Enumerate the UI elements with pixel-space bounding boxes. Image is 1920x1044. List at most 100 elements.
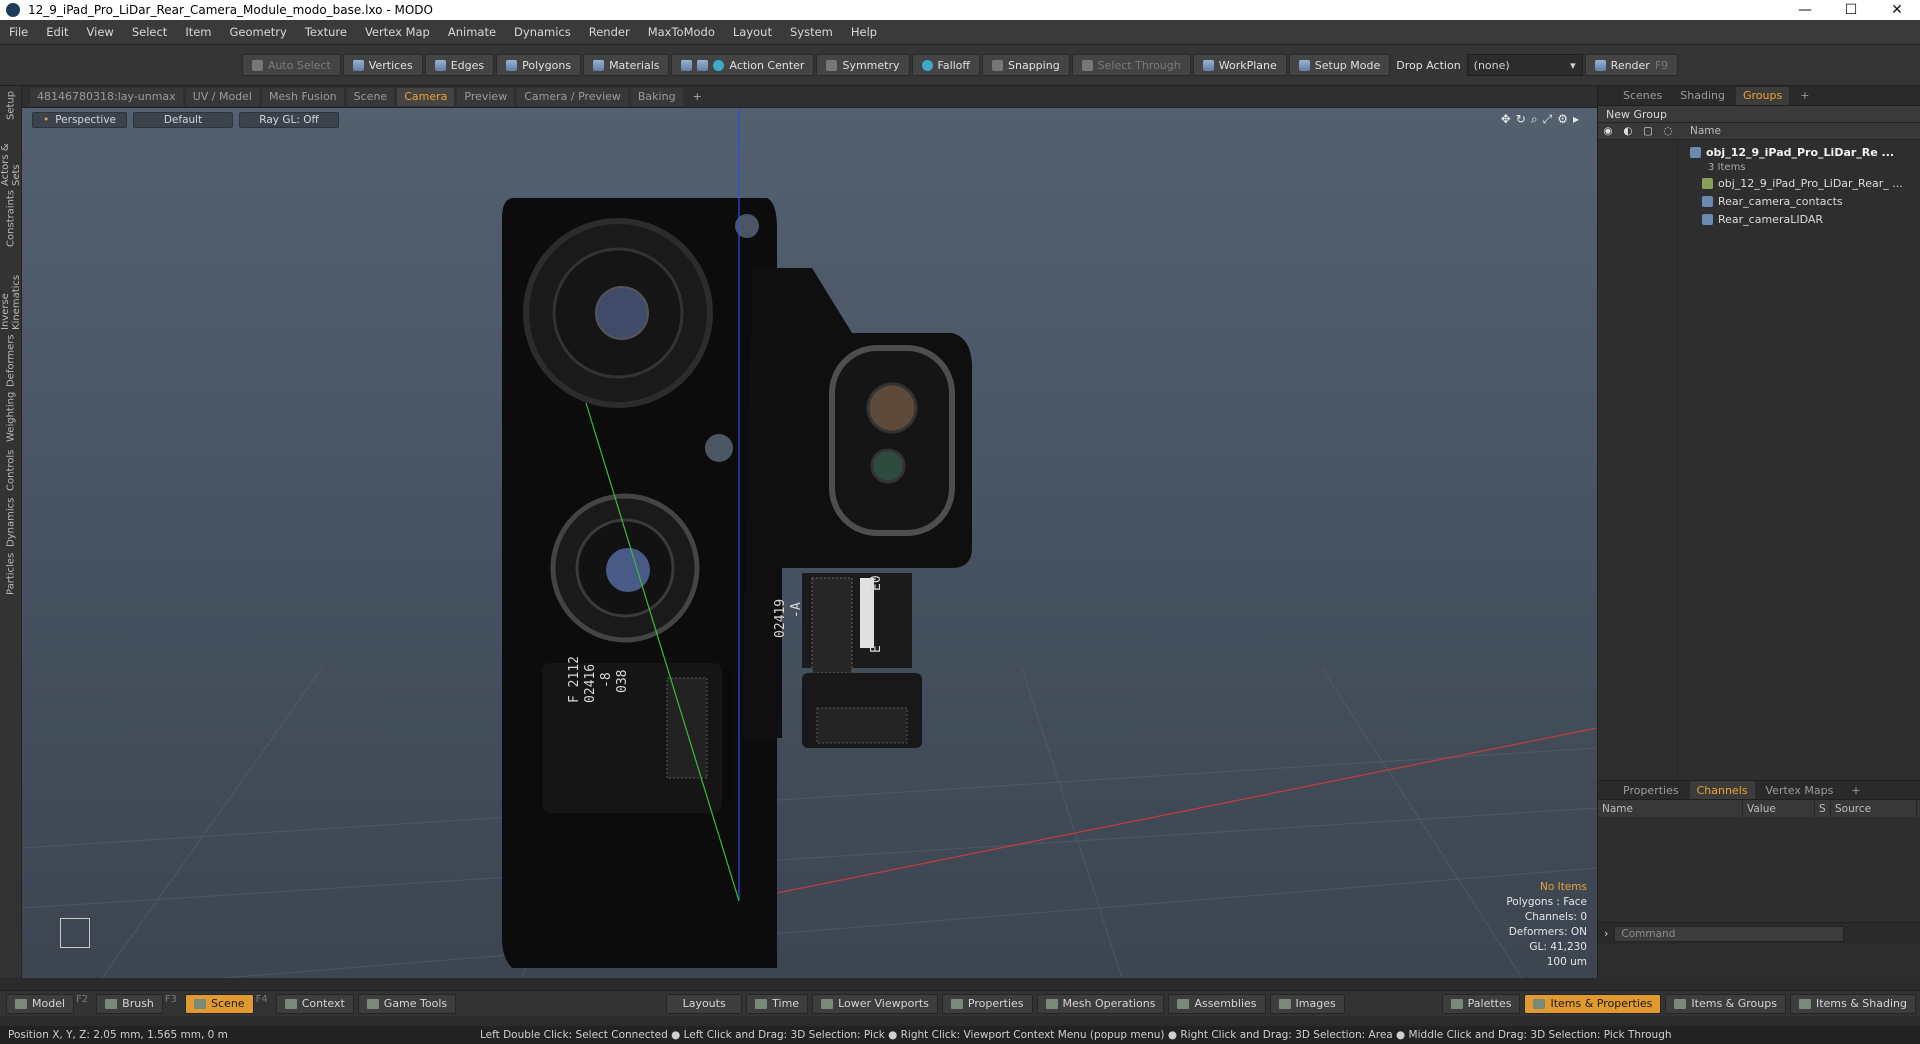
tab-preview[interactable]: Preview: [457, 87, 515, 106]
viewport-menu-icon[interactable]: ▸: [1573, 112, 1579, 127]
menu-animate[interactable]: Animate: [439, 25, 505, 39]
properties-button[interactable]: Properties: [941, 993, 1033, 1014]
command-expand-icon[interactable]: ›: [1604, 927, 1608, 940]
menu-render[interactable]: Render: [580, 25, 639, 39]
symmetry-button[interactable]: Symmetry: [816, 54, 910, 76]
viewport-info: No Items Polygons : Face Channels: 0 Def…: [1506, 880, 1587, 970]
lock-column-icon[interactable]: ▢: [1638, 125, 1658, 137]
maximize-button[interactable]: ☐: [1828, 2, 1874, 18]
tab-shading[interactable]: Shading: [1673, 87, 1732, 105]
tab-channels[interactable]: Channels: [1689, 781, 1755, 799]
zoom-view-icon[interactable]: ⌕: [1531, 112, 1538, 127]
tree-item-lidar[interactable]: Rear_cameraLIDAR: [1678, 210, 1920, 228]
select-column-icon[interactable]: ◌: [1658, 125, 1678, 137]
3d-viewport[interactable]: F 2112 02416 -8 038 02419 -A E0 E • Persp…: [22, 108, 1597, 978]
render-column-icon[interactable]: ◐: [1618, 125, 1638, 137]
workplane-button[interactable]: WorkPlane: [1192, 54, 1287, 76]
modo-logo-icon: [6, 3, 20, 17]
tab-deformers[interactable]: Deformers: [0, 335, 22, 388]
action-center-icon: [713, 59, 725, 71]
minimize-button[interactable]: —: [1782, 2, 1828, 18]
brush-button[interactable]: Brush: [96, 993, 163, 1014]
tab-constraints[interactable]: Constraints: [0, 189, 22, 246]
add-panel-tab-button[interactable]: +: [1793, 87, 1816, 105]
menu-select[interactable]: Select: [123, 25, 176, 39]
tab-baking[interactable]: Baking: [630, 87, 683, 106]
action-center-button[interactable]: Action Center: [671, 54, 815, 76]
close-button[interactable]: ✕: [1874, 2, 1920, 18]
menu-system[interactable]: System: [781, 25, 842, 39]
shading-select[interactable]: Default: [133, 112, 234, 128]
context-button[interactable]: Context: [275, 993, 354, 1014]
items-shading-button[interactable]: Items & Shading: [1789, 993, 1916, 1014]
vertices-button[interactable]: Vertices: [342, 54, 423, 76]
menu-geometry[interactable]: Geometry: [221, 25, 296, 39]
menu-dynamics[interactable]: Dynamics: [505, 25, 580, 39]
tree-item-mesh[interactable]: obj_12_9_iPad_Pro_LiDar_Rear_ ...: [1678, 174, 1920, 192]
tab-particles[interactable]: Particles: [0, 552, 22, 596]
tab-dynamics[interactable]: Dynamics: [0, 497, 22, 546]
menu-vertex-map[interactable]: Vertex Map: [356, 25, 439, 39]
maximize-view-icon[interactable]: ⤢: [1543, 112, 1553, 127]
auto-select-button[interactable]: Auto Select: [241, 54, 341, 76]
add-properties-tab-button[interactable]: +: [1844, 781, 1867, 799]
game-tools-button[interactable]: Game Tools: [357, 993, 457, 1014]
viewport-settings-icon[interactable]: ⚙: [1557, 112, 1568, 127]
falloff-button[interactable]: Falloff: [911, 54, 980, 76]
menu-edit[interactable]: Edit: [37, 25, 77, 39]
tab-camera[interactable]: Camera: [397, 87, 455, 106]
tab-inverse-kinematics[interactable]: Inverse Kinematics: [0, 250, 22, 330]
images-button[interactable]: Images: [1269, 993, 1345, 1014]
tab-layout-unmax[interactable]: 48146780318:lay-unmax: [30, 87, 183, 106]
snapping-button[interactable]: Snapping: [982, 54, 1070, 76]
tab-mesh-fusion[interactable]: Mesh Fusion: [262, 87, 344, 106]
select-through-button[interactable]: Select Through: [1071, 54, 1191, 76]
menu-file[interactable]: File: [0, 25, 37, 39]
render-button[interactable]: Render F9: [1584, 54, 1679, 76]
command-input[interactable]: Command: [1614, 925, 1845, 942]
polygons-button[interactable]: Polygons: [496, 54, 582, 76]
tab-uv-model[interactable]: UV / Model: [185, 87, 259, 106]
render-icon: [1594, 59, 1606, 71]
tab-controls[interactable]: Controls: [0, 448, 22, 492]
assemblies-button[interactable]: Assemblies: [1168, 993, 1266, 1014]
visibility-column-icon[interactable]: ◉: [1598, 125, 1618, 137]
tab-weighting[interactable]: Weighting: [0, 392, 22, 442]
scene-button[interactable]: Scene: [185, 993, 254, 1014]
rotate-view-icon[interactable]: ↻: [1516, 112, 1526, 127]
raygl-toggle[interactable]: Ray GL: Off: [239, 112, 340, 128]
add-tab-button[interactable]: +: [686, 88, 709, 106]
input-hints: Left Double Click: Select Connected ● Le…: [480, 1029, 1672, 1041]
items-properties-button[interactable]: Items & Properties: [1524, 993, 1662, 1014]
tab-properties[interactable]: Properties: [1616, 781, 1686, 799]
tab-setup[interactable]: Setup: [0, 90, 22, 120]
drop-action-select[interactable]: (none) ▾: [1466, 54, 1583, 76]
move-view-icon[interactable]: ✥: [1501, 112, 1511, 127]
menu-view[interactable]: View: [78, 25, 123, 39]
mesh-operations-button[interactable]: Mesh Operations: [1036, 993, 1165, 1014]
tab-scene[interactable]: Scene: [346, 87, 395, 106]
tab-groups[interactable]: Groups: [1735, 86, 1790, 105]
tab-camera-preview[interactable]: Camera / Preview: [517, 87, 628, 106]
menu-layout[interactable]: Layout: [724, 25, 781, 39]
symmetry-icon: [826, 59, 838, 71]
menu-help[interactable]: Help: [842, 25, 886, 39]
menu-texture[interactable]: Texture: [296, 25, 356, 39]
items-groups-button[interactable]: Items & Groups: [1665, 993, 1786, 1014]
tab-vertex-maps[interactable]: Vertex Maps: [1759, 781, 1841, 799]
tree-item-contacts[interactable]: Rear_camera_contacts: [1678, 192, 1920, 210]
model-button[interactable]: Model: [6, 993, 75, 1014]
new-group-button[interactable]: New Group: [1598, 106, 1920, 123]
lower-viewports-button[interactable]: Lower Viewports: [812, 993, 938, 1014]
edges-button[interactable]: Edges: [424, 54, 495, 76]
materials-button[interactable]: Materials: [583, 54, 670, 76]
tab-actors-sets[interactable]: Actors & Sets: [0, 126, 22, 187]
time-button[interactable]: Time: [746, 993, 809, 1014]
palettes-button[interactable]: Palettes: [1441, 993, 1521, 1014]
tab-scenes[interactable]: Scenes: [1616, 87, 1669, 105]
projection-select[interactable]: • Perspective: [32, 112, 128, 128]
menu-maxtomodo[interactable]: MaxToModo: [639, 25, 724, 39]
menu-item[interactable]: Item: [176, 25, 220, 39]
layouts-button[interactable]: Layouts: [666, 993, 743, 1014]
setup-mode-button[interactable]: Setup Mode: [1288, 54, 1391, 76]
